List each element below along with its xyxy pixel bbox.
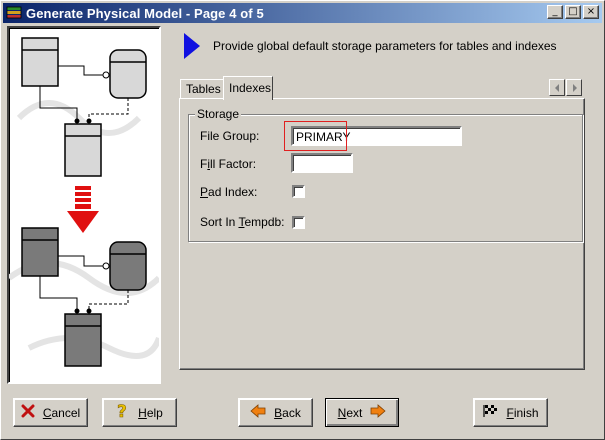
maximize-button[interactable]: □ — [565, 5, 581, 19]
minimize-button[interactable]: _ — [547, 5, 563, 19]
model-transform-illustration — [9, 37, 159, 367]
question-icon: ? — [116, 402, 130, 423]
tab-tables-label: Tables — [186, 82, 221, 96]
right-arrow-icon — [370, 404, 386, 421]
close-icon: × — [586, 6, 596, 17]
file-group-label: File Group: — [200, 129, 260, 143]
pad-index-label: Pad Index: — [200, 185, 258, 199]
maximize-icon: □ — [568, 6, 578, 17]
tab-scroll-left-button[interactable] — [549, 79, 565, 96]
cancel-label: Cancel — [42, 405, 81, 420]
next-button[interactable]: Next — [325, 398, 399, 427]
close-button[interactable]: × — [583, 5, 599, 19]
finish-button[interactable]: Finish — [473, 398, 548, 427]
fill-factor-input[interactable] — [291, 153, 353, 173]
help-button[interactable]: ? Help — [102, 398, 177, 427]
cancel-button[interactable]: Cancel — [13, 398, 88, 427]
tab-indexes-label: Indexes — [229, 81, 272, 95]
help-label: Help — [138, 405, 163, 420]
wizard-illustration — [7, 26, 161, 384]
back-label: Back — [274, 405, 301, 420]
triangle-left-icon — [555, 84, 559, 92]
page-instructions: Provide global default storage parameter… — [213, 39, 557, 53]
back-button[interactable]: Back — [238, 398, 313, 427]
title-bar[interactable]: Generate Physical Model - Page 4 of 5 _ … — [3, 3, 602, 23]
minimize-icon: _ — [552, 6, 558, 17]
next-label: Next — [337, 405, 363, 420]
tab-indexes[interactable]: Indexes — [223, 76, 273, 100]
app-icon — [6, 5, 22, 21]
header-arrow-icon — [184, 33, 200, 59]
fill-factor-label: Fill Factor: — [200, 157, 257, 171]
sort-in-tempdb-checkbox[interactable] — [292, 216, 305, 229]
storage-group-label: Storage — [195, 107, 242, 121]
sort-in-tempdb-label: Sort In Tempdb: — [200, 215, 285, 229]
svg-text:?: ? — [117, 402, 127, 420]
tab-scroll-right-button[interactable] — [566, 79, 582, 96]
pad-index-checkbox[interactable] — [292, 185, 305, 198]
tab-tables[interactable]: Tables — [180, 79, 224, 99]
wizard-window: Generate Physical Model - Page 4 of 5 _ … — [0, 0, 605, 440]
window-title: Generate Physical Model - Page 4 of 5 — [26, 5, 264, 21]
checkered-flag-icon — [482, 404, 498, 421]
file-group-input[interactable]: PRIMARY — [291, 126, 462, 146]
triangle-right-icon — [573, 84, 577, 92]
finish-label: Finish — [506, 405, 539, 420]
left-arrow-icon — [250, 404, 266, 421]
x-icon — [21, 404, 35, 421]
